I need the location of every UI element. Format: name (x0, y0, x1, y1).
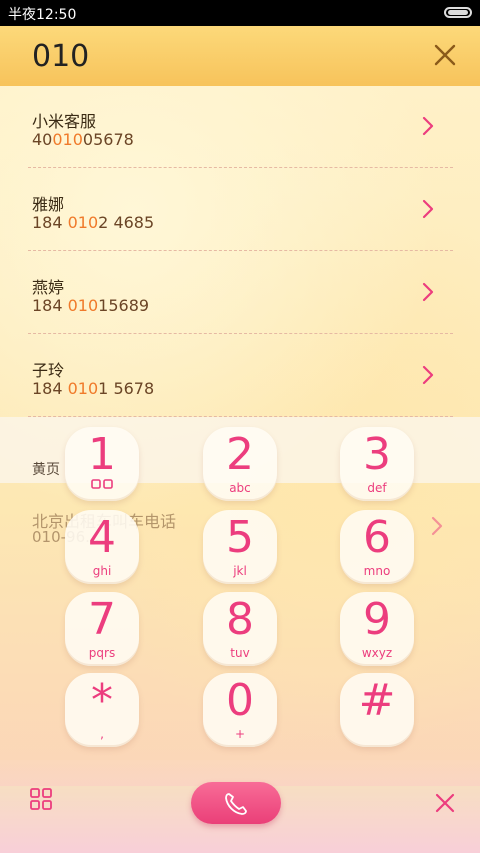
contact-row[interactable]: 燕婷 184 01015689 (28, 252, 453, 334)
key-hash[interactable]: # (340, 673, 414, 747)
key-2[interactable]: 2 abc (203, 427, 277, 501)
contact-name: 小米客服 (32, 112, 97, 131)
phone-icon (225, 793, 247, 815)
contact-number: 184 0101 5678 (32, 379, 155, 398)
section-label: 黄页 (32, 462, 60, 478)
key-6[interactable]: 6 mno (340, 510, 414, 584)
key-1[interactable]: 1 (65, 427, 139, 501)
dialed-number[interactable]: 010 (32, 39, 89, 74)
contact-number: 184 0102 4685 (32, 213, 155, 232)
delete-icon[interactable] (434, 792, 456, 814)
key-3[interactable]: 3 def (340, 427, 414, 501)
key-7[interactable]: 7 pqrs (65, 592, 139, 666)
key-star[interactable]: * , (65, 673, 139, 747)
status-time: 半夜12:50 (8, 7, 77, 23)
battery-icon (444, 7, 472, 18)
contact-name: 子玲 (32, 361, 65, 380)
contact-name: 雅娜 (32, 195, 65, 214)
chevron-right-icon[interactable] (421, 365, 435, 385)
close-icon[interactable] (430, 40, 460, 70)
grid-icon[interactable] (30, 788, 52, 810)
chevron-right-icon[interactable] (430, 516, 444, 536)
key-8[interactable]: 8 tuv (203, 592, 277, 666)
key-9[interactable]: 9 wxyz (340, 592, 414, 666)
chevron-right-icon[interactable] (421, 282, 435, 302)
bottom-bar (0, 760, 480, 853)
key-0[interactable]: 0 + (203, 673, 277, 747)
chevron-right-icon[interactable] (421, 116, 435, 136)
search-header: 010 (0, 26, 480, 86)
call-button[interactable] (191, 782, 281, 824)
key-4[interactable]: 4 ghi (65, 510, 139, 584)
contact-row[interactable]: 子玲 184 0101 5678 (28, 335, 453, 417)
contact-name: 燕婷 (32, 278, 65, 297)
chevron-right-icon[interactable] (421, 199, 435, 219)
contact-row[interactable]: 小米客服 4001005678 (28, 86, 453, 168)
key-5[interactable]: 5 jkl (203, 510, 277, 584)
contact-number: 184 01015689 (32, 296, 150, 315)
voicemail-icon (91, 479, 113, 489)
contact-row[interactable]: 雅娜 184 0102 4685 (28, 169, 453, 251)
contact-number: 4001005678 (32, 130, 134, 149)
status-bar: 半夜12:50 (0, 0, 480, 26)
